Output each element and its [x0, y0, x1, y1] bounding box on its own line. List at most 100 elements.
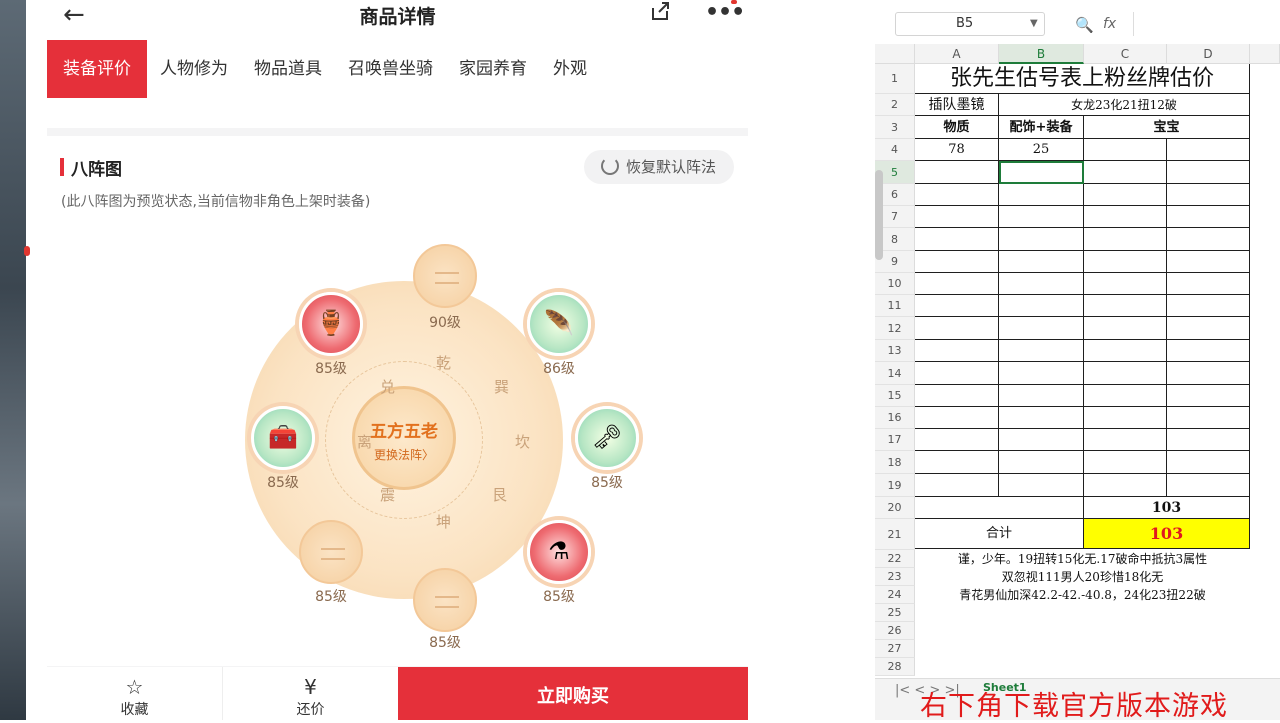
empty-cell[interactable]	[1167, 228, 1250, 251]
row-header[interactable]: 3	[875, 116, 915, 139]
cell-d4[interactable]	[1167, 139, 1250, 161]
empty-cell[interactable]	[1167, 407, 1250, 429]
empty-cell[interactable]	[999, 184, 1084, 206]
empty-cell[interactable]	[915, 407, 999, 429]
more-options-icon[interactable]: •••	[705, 0, 745, 25]
empty-cell[interactable]	[1167, 273, 1250, 295]
empty-cell[interactable]	[999, 429, 1084, 451]
cell-b3[interactable]: 配饰+装备	[999, 116, 1084, 139]
empty-cell[interactable]	[915, 273, 999, 295]
row-header[interactable]: 28	[875, 658, 915, 676]
bargain-button[interactable]: ¥ 还价	[223, 667, 398, 720]
empty-cell[interactable]	[999, 317, 1084, 340]
empty-cell[interactable]	[1084, 340, 1167, 362]
empty-cell[interactable]	[915, 206, 999, 228]
row-header[interactable]: 4	[875, 139, 915, 161]
empty-cell[interactable]	[915, 362, 999, 385]
column-header-e[interactable]	[1250, 44, 1280, 64]
empty-cell[interactable]	[999, 295, 1084, 317]
cell-c3[interactable]: 宝宝	[1084, 116, 1250, 139]
empty-cell[interactable]	[1167, 362, 1250, 385]
sheet-scrollbar[interactable]	[875, 170, 883, 260]
node-bottom-right[interactable]: ⚗	[527, 520, 591, 584]
empty-cell[interactable]	[915, 251, 999, 273]
row-header[interactable]: 27	[875, 640, 915, 658]
row-header[interactable]: 16	[875, 407, 915, 429]
node-right[interactable]: 🗝	[575, 406, 639, 470]
row-header[interactable]: 24	[875, 586, 915, 604]
cell-a4[interactable]: 78	[915, 139, 999, 161]
empty-cell[interactable]	[1084, 362, 1167, 385]
row-header[interactable]: 11	[875, 295, 915, 317]
row-header[interactable]: 14	[875, 362, 915, 385]
tab-homestead[interactable]: 家园养育	[446, 40, 540, 98]
row-header[interactable]: 22	[875, 550, 915, 568]
empty-cell[interactable]	[1084, 273, 1167, 295]
empty-cell[interactable]	[1167, 251, 1250, 273]
row-header[interactable]: 12	[875, 317, 915, 340]
row-header[interactable]: 13	[875, 340, 915, 362]
empty-cell[interactable]	[999, 407, 1084, 429]
empty-cell[interactable]	[1084, 451, 1167, 474]
node-top-left[interactable]: 🏺	[299, 292, 363, 356]
empty-cell[interactable]	[999, 474, 1084, 497]
empty-cell[interactable]	[915, 295, 999, 317]
fx-icon[interactable]: fx	[1103, 16, 1116, 32]
note-row-24[interactable]: 青花男仙加深42.2-42.-40.8，24化23扭22破	[915, 586, 1250, 604]
empty-cell[interactable]	[1084, 317, 1167, 340]
column-header-a[interactable]: A	[915, 44, 999, 64]
chevron-down-icon[interactable]: ▼	[1030, 18, 1038, 29]
total-value-cell[interactable]: 103	[1084, 519, 1250, 549]
note-row-22[interactable]: 谨，少年。19扭转15化无.17破命中抵抗3属性	[915, 550, 1250, 568]
row-header[interactable]: 26	[875, 622, 915, 640]
row-header[interactable]: 21	[875, 519, 915, 550]
name-box[interactable]: B5	[895, 12, 1045, 36]
empty-cell[interactable]	[1084, 251, 1167, 273]
tab-equipment-review[interactable]: 装备评价	[47, 40, 147, 98]
empty-cell[interactable]	[1084, 206, 1167, 228]
node-top[interactable]	[413, 244, 477, 308]
empty-cell[interactable]	[999, 273, 1084, 295]
corner-cell[interactable]	[875, 44, 915, 64]
empty-cell[interactable]	[1084, 295, 1167, 317]
empty-cell[interactable]	[1084, 385, 1167, 407]
empty-cell[interactable]	[915, 451, 999, 474]
tab-character-cultivation[interactable]: 人物修为	[147, 40, 241, 98]
row-header[interactable]: 18	[875, 451, 915, 474]
empty-cell[interactable]	[915, 317, 999, 340]
empty-cell[interactable]	[1084, 429, 1167, 451]
buy-now-button[interactable]: 立即购买	[398, 667, 748, 720]
node-bottom-left[interactable]	[299, 520, 363, 584]
empty-cell[interactable]	[1167, 161, 1250, 184]
empty-cell[interactable]	[1167, 385, 1250, 407]
row-header[interactable]: 2	[875, 94, 915, 116]
column-header-d[interactable]: D	[1167, 44, 1250, 64]
selected-cell-b5[interactable]	[999, 161, 1084, 184]
node-bottom[interactable]	[413, 568, 477, 632]
empty-cell[interactable]	[999, 340, 1084, 362]
column-header-b[interactable]: B	[999, 44, 1084, 64]
node-top-right[interactable]: 🪶	[527, 292, 591, 356]
row-header[interactable]: 17	[875, 429, 915, 451]
note-row-23[interactable]: 双忽视111男人20珍惜18化无	[915, 568, 1250, 586]
sheet-title-cell[interactable]: 张先生估号表上粉丝牌估价	[915, 64, 1250, 94]
empty-cell[interactable]	[915, 340, 999, 362]
empty-cell[interactable]	[999, 228, 1084, 251]
cell-b2[interactable]: 女龙23化21扭12破	[999, 94, 1250, 116]
tab-summons-mounts[interactable]: 召唤兽坐骑	[335, 40, 446, 98]
empty-cell[interactable]	[1167, 474, 1250, 497]
tab-appearance[interactable]: 外观	[540, 40, 600, 98]
empty-cell[interactable]	[999, 385, 1084, 407]
empty-cell[interactable]	[915, 184, 999, 206]
row-header[interactable]: 23	[875, 568, 915, 586]
empty-cell[interactable]	[999, 362, 1084, 385]
search-icon[interactable]: 🔍	[1075, 16, 1094, 34]
empty-cell[interactable]	[915, 385, 999, 407]
empty-cell[interactable]	[915, 474, 999, 497]
empty-cell[interactable]	[1167, 206, 1250, 228]
cell-a3[interactable]: 物质	[915, 116, 999, 139]
empty-cell[interactable]	[999, 206, 1084, 228]
cell-b4[interactable]: 25	[999, 139, 1084, 161]
tab-items[interactable]: 物品道具	[241, 40, 335, 98]
empty-cell[interactable]	[1167, 317, 1250, 340]
